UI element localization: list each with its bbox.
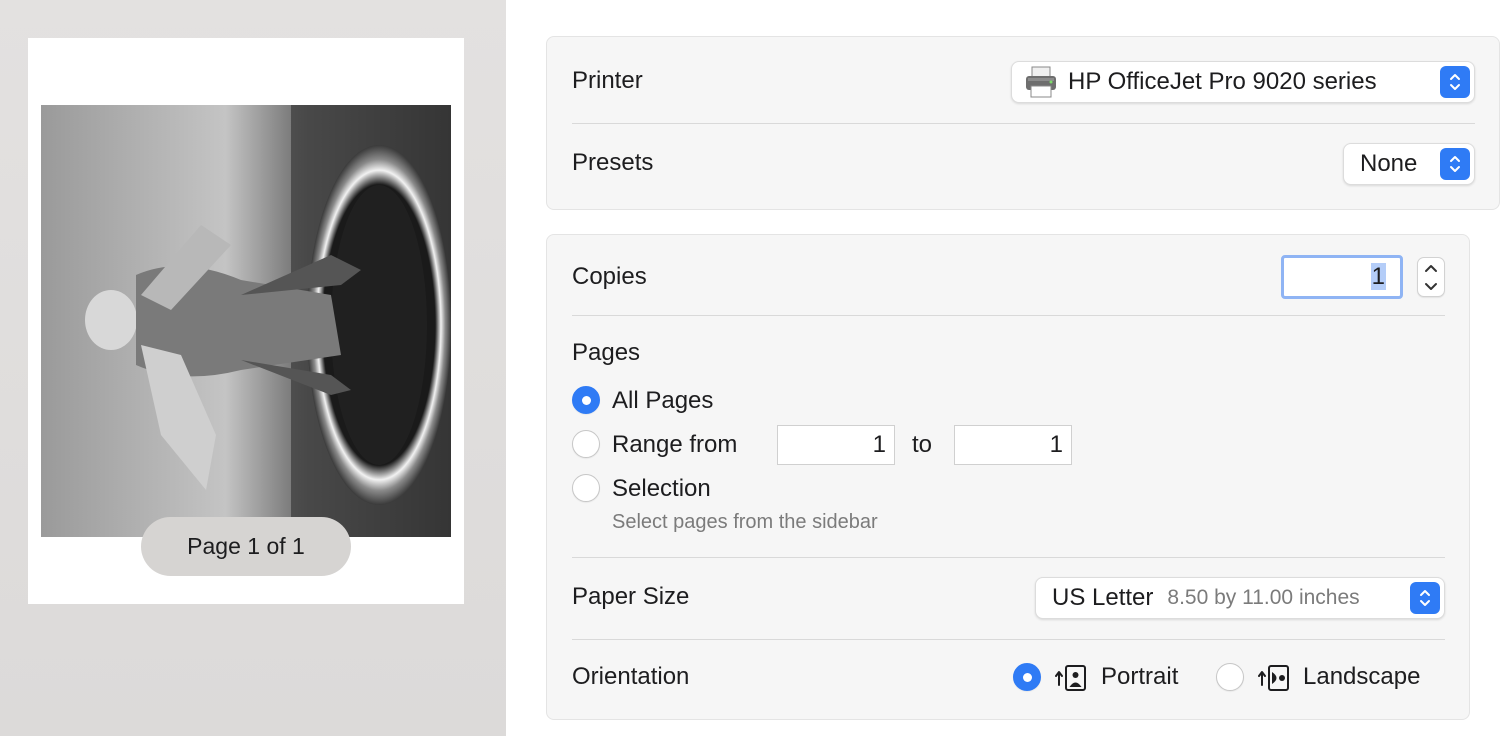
separator — [572, 639, 1445, 640]
copies-pages-group: Copies 1 Pages All Pages Range from 1 to… — [546, 234, 1470, 720]
chevrons-updown-icon — [1440, 148, 1470, 180]
copies-input[interactable]: 1 — [1281, 255, 1403, 299]
selection-radio[interactable] — [572, 474, 600, 502]
selection-label[interactable]: Selection — [612, 475, 711, 503]
chevron-down-icon[interactable] — [1418, 277, 1444, 296]
printer-group: Printer HP OfficeJet Pro 9020 series Pre… — [546, 36, 1500, 210]
print-settings-pane: Printer HP OfficeJet Pro 9020 series Pre… — [506, 0, 1508, 736]
range-from-input[interactable]: 1 — [777, 425, 895, 465]
printer-popup[interactable]: HP OfficeJet Pro 9020 series — [1011, 61, 1475, 103]
printer-label: Printer — [572, 67, 643, 94]
chevron-up-icon[interactable] — [1418, 258, 1444, 277]
range-radio[interactable] — [572, 430, 600, 458]
separator — [572, 557, 1445, 558]
range-from-label[interactable]: Range from — [612, 431, 737, 459]
orientation-label: Orientation — [572, 663, 690, 690]
range-to-label: to — [912, 431, 933, 458]
all-pages-label[interactable]: All Pages — [612, 387, 713, 415]
portrait-radio[interactable] — [1013, 663, 1041, 691]
separator — [572, 315, 1445, 316]
portrait-label[interactable]: Portrait — [1101, 663, 1178, 691]
presets-popup[interactable]: None — [1343, 143, 1475, 185]
preview-image — [41, 105, 451, 537]
paper-size-value: US Letter — [1052, 584, 1154, 611]
page-indicator: Page 1 of 1 — [141, 517, 351, 576]
all-pages-radio[interactable] — [572, 386, 600, 414]
printer-value: HP OfficeJet Pro 9020 series — [1068, 68, 1377, 95]
printer-icon — [1024, 65, 1058, 99]
paper-size-detail: 8.50 by 11.00 inches — [1167, 586, 1360, 609]
pages-label: Pages — [572, 339, 641, 366]
landscape-label[interactable]: Landscape — [1303, 663, 1420, 691]
preview-page: Page 1 of 1 — [28, 38, 464, 604]
landscape-radio[interactable] — [1216, 663, 1244, 691]
landscape-orientation-icon — [1258, 663, 1292, 693]
copies-value: 1 — [1370, 263, 1386, 290]
paper-size-popup[interactable]: US Letter 8.50 by 11.00 inches — [1035, 577, 1445, 619]
copies-label: Copies — [572, 263, 647, 290]
presets-label: Presets — [572, 149, 654, 176]
range-to-input[interactable]: 1 — [954, 425, 1072, 465]
portrait-orientation-icon — [1055, 663, 1089, 693]
print-preview-pane: Page 1 of 1 — [0, 0, 506, 736]
paper-size-label: Paper Size — [572, 583, 690, 610]
copies-stepper[interactable] — [1417, 257, 1445, 297]
chevrons-updown-icon — [1440, 66, 1470, 98]
separator — [572, 123, 1475, 124]
chevrons-updown-icon — [1410, 582, 1440, 614]
presets-value: None — [1360, 150, 1418, 177]
selection-hint: Select pages from the sidebar — [612, 511, 878, 533]
